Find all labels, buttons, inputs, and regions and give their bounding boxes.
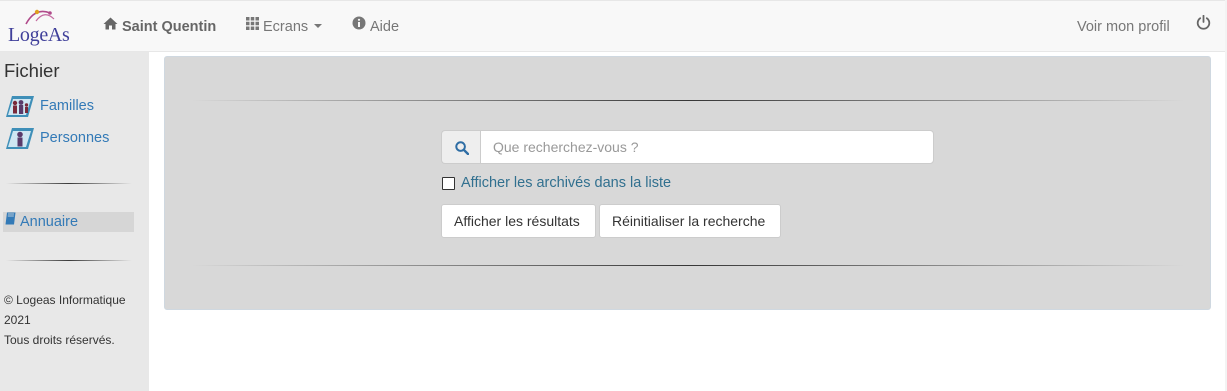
show-results-button[interactable]: Afficher les résultats <box>441 204 596 238</box>
copyright-text: © Logeas Informatique <box>4 293 126 307</box>
logout-button[interactable] <box>1196 1 1214 53</box>
search-input[interactable] <box>480 130 934 164</box>
sidebar: Fichier Familles Personnes Annuaire © Lo… <box>0 52 149 391</box>
nav-help-label: Aide <box>370 19 400 35</box>
panel-divider-top <box>191 100 1185 101</box>
nav-home-label: Saint Quentin <box>122 19 217 35</box>
sidebar-divider <box>6 183 132 184</box>
brand-name: LogeAs <box>8 24 70 46</box>
nav-help-link[interactable]: Aide <box>352 1 399 53</box>
sidebar-item-label: Personnes <box>40 130 110 146</box>
view-profile-link[interactable]: Voir mon profil <box>1077 1 1170 53</box>
chevron-down-icon <box>314 24 323 29</box>
power-icon <box>1196 0 1211 52</box>
sidebar-divider <box>6 260 132 261</box>
book-icon <box>5 211 16 231</box>
copyright-year: 2021 <box>4 313 31 327</box>
reset-search-button[interactable]: Réinitialiser la recherche <box>599 204 781 238</box>
search-panel: Afficher les archivés dans la liste Affi… <box>164 56 1211 310</box>
search-addon <box>441 130 481 164</box>
search-icon <box>455 141 469 155</box>
rights-text: Tous droits réservés. <box>4 333 115 347</box>
sidebar-item-personnes[interactable]: Personnes <box>4 124 144 152</box>
search-group <box>441 130 935 164</box>
archived-checkbox-label[interactable]: Afficher les archivés dans la liste <box>461 175 671 191</box>
nav-screens-label: Ecrans <box>263 19 309 35</box>
sidebar-item-label: Annuaire <box>20 214 79 230</box>
archived-checkbox[interactable] <box>442 177 455 190</box>
grid-icon <box>246 0 259 52</box>
home-icon <box>103 0 118 52</box>
sidebar-heading: Fichier <box>4 60 60 81</box>
view-profile-label: Voir mon profil <box>1077 19 1170 35</box>
sidebar-item-label: Familles <box>40 98 94 114</box>
panel-divider-bottom <box>191 265 1185 266</box>
brand-logo[interactable]: LogeAs <box>6 7 76 47</box>
sidebar-footer: © Logeas Informatique 2021 Tous droits r… <box>4 290 144 350</box>
sidebar-item-annuaire[interactable]: Annuaire <box>3 212 134 232</box>
info-icon <box>352 0 366 52</box>
nav-screens-dropdown[interactable]: Ecrans <box>246 0 323 53</box>
top-navbar: LogeAs Saint Quentin Ecrans Aide Voir mo… <box>0 0 1227 52</box>
sidebar-item-familles[interactable]: Familles <box>4 92 144 120</box>
nav-home-link[interactable]: Saint Quentin <box>103 1 216 53</box>
person-icon <box>4 125 36 161</box>
